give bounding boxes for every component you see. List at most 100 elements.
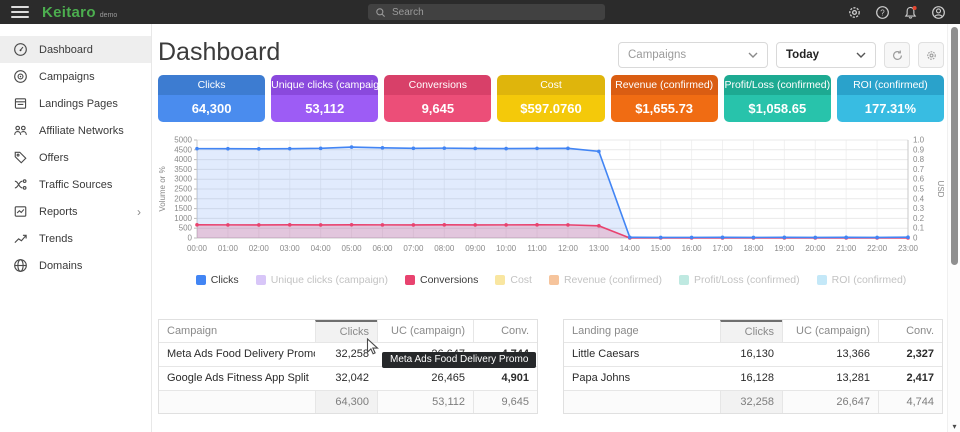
column-header-landing-page[interactable]: Landing page: [564, 320, 720, 342]
notifications-icon[interactable]: [903, 5, 918, 20]
date-range-value: Today: [786, 49, 819, 61]
chevron-down-icon: [856, 52, 866, 58]
table-row[interactable]: Papa Johns16,12813,2812,417: [564, 366, 942, 390]
sidebar-item-dashboard[interactable]: Dashboard: [0, 36, 151, 63]
campaigns-filter-select[interactable]: Campaigns: [618, 42, 768, 68]
stat-card-label: Unique clicks (campaign): [271, 75, 378, 95]
totals-cell: 53,112: [377, 391, 473, 413]
stat-card-value: 53,112: [271, 95, 378, 122]
refresh-button[interactable]: [884, 42, 910, 68]
svg-text:15:00: 15:00: [651, 244, 672, 253]
stat-cards: Clicks64,300Unique clicks (campaign)53,1…: [158, 75, 944, 122]
search-icon: [375, 7, 386, 18]
table-totals-row: 32,25826,6474,744: [564, 390, 942, 413]
search-placeholder: Search: [392, 7, 424, 18]
scrollbar-thumb[interactable]: [951, 27, 958, 265]
menu-icon[interactable]: [11, 6, 29, 18]
legend-swatch: [679, 275, 689, 285]
svg-text:22:00: 22:00: [867, 244, 888, 253]
row-value-cell: 4,901: [473, 367, 537, 390]
notification-dot: [913, 6, 917, 10]
topbar: Keitaro demo Search ?: [0, 0, 960, 24]
column-header-uc-campaign[interactable]: UC (campaign): [782, 320, 878, 342]
stat-card-roi-confirmed[interactable]: ROI (confirmed)177.31%: [837, 75, 944, 122]
column-header-uc-campaign[interactable]: UC (campaign): [377, 320, 473, 342]
sidebar-item-offers[interactable]: Offers: [0, 144, 151, 171]
settings-icon[interactable]: [847, 5, 862, 20]
brand-name: Keitaro: [42, 4, 96, 21]
legend-item-cost[interactable]: Cost: [495, 274, 532, 286]
stat-card-label: ROI (confirmed): [837, 75, 944, 95]
column-header-clicks[interactable]: Clicks: [720, 320, 782, 342]
sidebar-item-label: Dashboard: [39, 44, 93, 56]
brand-suffix: demo: [100, 12, 118, 19]
row-name-cell: Papa Johns: [564, 367, 720, 390]
totals-cell: [564, 391, 720, 413]
totals-cell: 26,647: [782, 391, 878, 413]
scrollbar-down-arrow[interactable]: ▾: [948, 422, 960, 431]
svg-text:18:00: 18:00: [743, 244, 764, 253]
page-title: Dashboard: [158, 38, 280, 67]
vertical-scrollbar[interactable]: ▾: [947, 24, 960, 432]
row-value-cell: 26,465: [377, 367, 473, 390]
row-value-cell: 16,130: [720, 343, 782, 366]
svg-text:0.9: 0.9: [913, 145, 925, 154]
svg-text:0: 0: [188, 234, 193, 243]
stat-card-cost[interactable]: Cost$597.0760: [497, 75, 604, 122]
svg-text:0: 0: [913, 234, 918, 243]
stat-card-clicks[interactable]: Clicks64,300: [158, 75, 265, 122]
legend-item-roi-confirmed[interactable]: ROI (confirmed): [817, 274, 907, 286]
sidebar-item-reports[interactable]: Reports›: [0, 198, 151, 225]
svg-text:08:00: 08:00: [434, 244, 455, 253]
svg-text:4000: 4000: [174, 155, 192, 164]
svg-text:500: 500: [179, 224, 193, 233]
sidebar-item-label: Offers: [39, 152, 69, 164]
date-range-select[interactable]: Today: [776, 42, 876, 68]
totals-cell: 64,300: [315, 391, 377, 413]
sidebar-item-trends[interactable]: Trends: [0, 225, 151, 252]
legend-label: Unique clicks (campaign): [271, 274, 388, 286]
landings-icon: [13, 96, 28, 111]
account-icon[interactable]: [931, 5, 946, 20]
legend-item-profit-loss-confirmed[interactable]: Profit/Loss (confirmed): [679, 274, 800, 286]
column-header-campaign[interactable]: Campaign: [159, 320, 315, 342]
sidebar-item-campaigns[interactable]: Campaigns: [0, 63, 151, 90]
sidebar-item-domains[interactable]: Domains: [0, 252, 151, 279]
legend-swatch: [549, 275, 559, 285]
offers-icon: [13, 150, 28, 165]
sidebar-item-affiliate-networks[interactable]: Affiliate Networks: [0, 117, 151, 144]
legend-item-clicks[interactable]: Clicks: [196, 274, 239, 286]
table-row[interactable]: Little Caesars16,13013,3662,327: [564, 342, 942, 366]
traffic-chart[interactable]: 0500100015002000250030003500400045005000…: [155, 132, 947, 262]
dashboard-settings-button[interactable]: [918, 42, 944, 68]
stat-card-value: 64,300: [158, 95, 265, 122]
sidebar-item-traffic-sources[interactable]: Traffic Sources: [0, 171, 151, 198]
legend-item-unique-clicks-campaign[interactable]: Unique clicks (campaign): [256, 274, 388, 286]
gear-icon: [925, 49, 938, 62]
sidebar-item-label: Traffic Sources: [39, 179, 112, 191]
stat-card-revenue-confirmed[interactable]: Revenue (confirmed)$1,655.73: [611, 75, 718, 122]
svg-text:0.5: 0.5: [913, 185, 925, 194]
topbar-icons: ?: [847, 0, 946, 24]
svg-text:03:00: 03:00: [280, 244, 301, 253]
stat-card-conversions[interactable]: Conversions9,645: [384, 75, 491, 122]
legend-item-revenue-confirmed[interactable]: Revenue (confirmed): [549, 274, 662, 286]
column-header-conv[interactable]: Conv.: [878, 320, 942, 342]
stat-card-value: 9,645: [384, 95, 491, 122]
row-name-cell: Google Ads Fitness App Split: [159, 367, 315, 390]
table-row[interactable]: Google Ads Fitness App Split32,04226,465…: [159, 366, 537, 390]
campaigns-icon: [13, 69, 28, 84]
svg-text:?: ?: [880, 8, 885, 17]
brand-logo[interactable]: Keitaro demo: [42, 4, 117, 21]
help-icon[interactable]: ?: [875, 5, 890, 20]
legend-item-conversions[interactable]: Conversions: [405, 274, 478, 286]
stat-card-unique-clicks-campaign[interactable]: Unique clicks (campaign)53,112: [271, 75, 378, 122]
stat-card-profit-loss-confirmed[interactable]: Profit/Loss (confirmed)$1,058.65: [724, 75, 831, 122]
svg-text:4500: 4500: [174, 145, 192, 154]
legend-label: Cost: [510, 274, 532, 286]
column-header-conv[interactable]: Conv.: [473, 320, 537, 342]
svg-text:07:00: 07:00: [403, 244, 424, 253]
sidebar-item-label: Reports: [39, 206, 78, 218]
sidebar-item-landings-pages[interactable]: Landings Pages: [0, 90, 151, 117]
search-input[interactable]: Search: [368, 4, 605, 20]
